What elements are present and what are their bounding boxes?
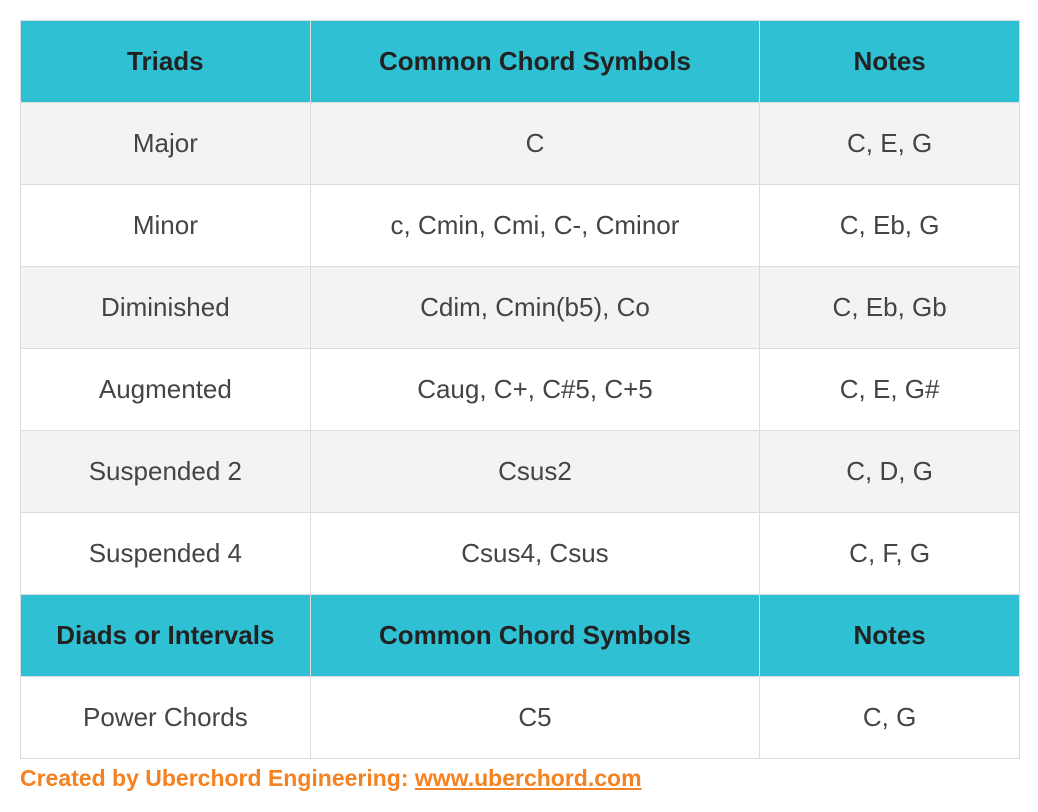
cell-notes: C, Eb, G bbox=[760, 185, 1020, 267]
cell-name: Major bbox=[21, 103, 311, 185]
cell-name: Suspended 4 bbox=[21, 513, 311, 595]
cell-symbols: C bbox=[310, 103, 760, 185]
cell-name: Suspended 2 bbox=[21, 431, 311, 513]
credit-link[interactable]: www.uberchord.com bbox=[415, 765, 642, 791]
headers1-col3: Notes bbox=[760, 21, 1020, 103]
credit-prefix: Created by Uberchord Engineering: bbox=[20, 765, 415, 791]
cell-notes: C, Eb, Gb bbox=[760, 267, 1020, 349]
headers2-col2: Common Chord Symbols bbox=[310, 595, 760, 677]
table-row: AugmentedCaug, C+, C#5, C+5C, E, G# bbox=[21, 349, 1020, 431]
cell-symbols: c, Cmin, Cmi, C-, Cminor bbox=[310, 185, 760, 267]
chord-table: TriadsCommon Chord SymbolsNotesMajorCC, … bbox=[20, 20, 1020, 759]
table-row: Suspended 4Csus4, CsusC, F, G bbox=[21, 513, 1020, 595]
cell-symbols: Caug, C+, C#5, C+5 bbox=[310, 349, 760, 431]
cell-symbols: C5 bbox=[310, 677, 760, 759]
cell-name: Minor bbox=[21, 185, 311, 267]
cell-name: Power Chords bbox=[21, 677, 311, 759]
table-row: Minorc, Cmin, Cmi, C-, CminorC, Eb, G bbox=[21, 185, 1020, 267]
headers1-col2: Common Chord Symbols bbox=[310, 21, 760, 103]
cell-notes: C, F, G bbox=[760, 513, 1020, 595]
cell-notes: C, E, G# bbox=[760, 349, 1020, 431]
table-row: Power ChordsC5C, G bbox=[21, 677, 1020, 759]
credit-line: Created by Uberchord Engineering: www.ub… bbox=[20, 765, 1020, 792]
cell-notes: C, G bbox=[760, 677, 1020, 759]
cell-notes: C, E, G bbox=[760, 103, 1020, 185]
table-row: DiminishedCdim, Cmin(b5), CoC, Eb, Gb bbox=[21, 267, 1020, 349]
cell-symbols: Cdim, Cmin(b5), Co bbox=[310, 267, 760, 349]
headers1-col1: Triads bbox=[21, 21, 311, 103]
headers2-col1: Diads or Intervals bbox=[21, 595, 311, 677]
cell-symbols: Csus2 bbox=[310, 431, 760, 513]
cell-name: Augmented bbox=[21, 349, 311, 431]
headers2-col3: Notes bbox=[760, 595, 1020, 677]
table-row: Suspended 2Csus2C, D, G bbox=[21, 431, 1020, 513]
cell-name: Diminished bbox=[21, 267, 311, 349]
cell-notes: C, D, G bbox=[760, 431, 1020, 513]
table-row: MajorCC, E, G bbox=[21, 103, 1020, 185]
cell-symbols: Csus4, Csus bbox=[310, 513, 760, 595]
